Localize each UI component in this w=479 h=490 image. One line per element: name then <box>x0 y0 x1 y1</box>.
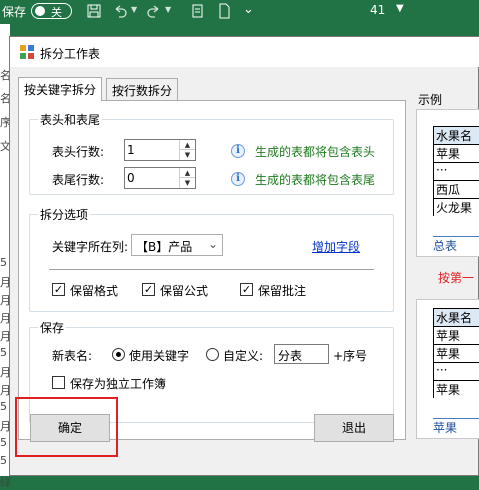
use-keyword-radio[interactable] <box>112 348 125 361</box>
keep-comment-label: 保留批注 <box>258 284 307 298</box>
stepper-down-icon[interactable]: ▼ <box>180 150 195 160</box>
ok-button-highlight <box>15 397 118 457</box>
new-name-label: 新表名: <box>52 349 93 363</box>
custom-name-value: 分表 <box>278 349 303 363</box>
tab-split-by-rows[interactable]: 按行数拆分 <box>106 78 179 100</box>
keep-format-checkbox[interactable]: ✓ <box>52 283 65 296</box>
example-split-text: 按第一 <box>438 271 475 285</box>
toggle-knob <box>35 6 45 16</box>
header-rows-stepper[interactable]: 1 ▲ ▼ <box>124 139 196 161</box>
example-cell: 火龙果 <box>434 198 479 216</box>
redo-icon[interactable] <box>146 3 162 19</box>
toggle-label: 关 <box>51 6 62 19</box>
footer-rows-stepper[interactable]: 0 ▲ ▼ <box>124 167 196 189</box>
use-keyword-label: 使用关键字 <box>129 349 190 363</box>
stepper-arrows: ▲ ▼ <box>179 168 195 188</box>
example-sheet-tab: 总表 <box>433 236 479 254</box>
stepper-up-icon[interactable]: ▲ <box>180 168 195 178</box>
keep-comment-checkbox[interactable]: ✓ <box>240 283 253 296</box>
example-cell: 苹果 <box>434 326 479 344</box>
radio-dot <box>116 352 121 357</box>
example-cell: 西瓜 <box>434 180 479 198</box>
key-column-select[interactable]: 【B】产品 ⌄ <box>131 234 223 256</box>
chevron-down-icon: ⌄ <box>207 237 218 251</box>
header-footer-group-title: 表头和表尾 <box>38 111 103 128</box>
divider <box>49 269 374 270</box>
row-label: 绿 <box>0 476 10 489</box>
stepper-arrows: ▲ ▼ <box>179 140 195 160</box>
more-icon[interactable]: ⌄ <box>243 2 254 17</box>
save-icon[interactable] <box>86 3 102 19</box>
keep-formula-checkbox[interactable]: ✓ <box>142 283 155 296</box>
dialog-title: 拆分工作表 <box>40 47 101 61</box>
dialog-title-bar: 拆分工作表 <box>10 37 479 67</box>
undo-dropdown-icon[interactable]: ▼ <box>131 5 137 14</box>
footer-note: 生成的表都将包含表尾 <box>255 173 376 187</box>
custom-name-radio[interactable] <box>206 348 219 361</box>
app-icon <box>20 45 34 59</box>
keep-formula-label: 保留公式 <box>160 284 209 298</box>
example-cell: ··· <box>434 162 479 180</box>
custom-name-label: 自定义: <box>223 349 264 363</box>
example-table: 水果名 苹果 ··· 西瓜 火龙果 <box>433 126 479 216</box>
example-header-cell: 水果名 <box>434 126 479 144</box>
footer-rows-label: 表尾行数: <box>52 173 105 187</box>
save-as-workbook-checkbox[interactable] <box>52 376 65 389</box>
keep-format-label: 保留格式 <box>70 284 119 298</box>
file-icon[interactable] <box>216 3 232 19</box>
chevron-down-icon[interactable]: ▼ <box>396 3 404 14</box>
save-as-workbook-label: 保存为独立工作簿 <box>70 377 167 391</box>
example-total-sheet: 水果名 苹果 ··· 西瓜 火龙果 总表 <box>416 109 479 257</box>
stepper-down-icon[interactable]: ▼ <box>180 178 195 188</box>
add-field-link[interactable]: 增加字段 <box>312 238 360 255</box>
excel-title-bar: 保存 关 ▼ ▼ ⌄ 41 ▼ <box>0 0 479 24</box>
example-cell: 苹果 <box>434 380 479 398</box>
example-cell: ··· <box>434 362 479 380</box>
header-note: 生成的表都将包含表头 <box>255 145 376 159</box>
footer-rows-value: 0 <box>127 171 135 185</box>
redo-dropdown-icon[interactable]: ▼ <box>165 5 171 14</box>
autosave-toggle[interactable]: 关 <box>31 3 72 19</box>
format-painter-icon[interactable] <box>190 3 206 19</box>
key-column-value: 【B】产品 <box>136 240 193 254</box>
tab-split-by-keyword[interactable]: 按关键字拆分 <box>18 77 103 101</box>
autosave-label: 保存 <box>2 5 27 19</box>
key-column-label: 关键字所在列: <box>52 240 129 254</box>
suffix-label: +序号 <box>333 349 368 363</box>
stepper-up-icon[interactable]: ▲ <box>180 140 195 150</box>
example-cell: 苹果 <box>434 144 479 162</box>
undo-icon[interactable] <box>112 3 128 19</box>
tab-panel: 表头和表尾 表头行数: 1 ▲ ▼ i 生成的表都将包含表头 表尾行数: 0 ▲… <box>18 100 406 440</box>
example-sheet-tab: 苹果 <box>433 418 479 436</box>
info-icon: i <box>231 144 245 158</box>
save-group-title: 保存 <box>38 319 67 336</box>
example-table: 水果名 苹果 苹果 ··· 苹果 <box>433 308 479 398</box>
info-icon: i <box>231 172 245 186</box>
example-header-cell: 水果名 <box>434 308 479 326</box>
cell-reference: 41 <box>370 3 386 17</box>
custom-name-input[interactable]: 分表 <box>274 344 329 364</box>
header-rows-label: 表头行数: <box>52 145 105 159</box>
header-rows-value: 1 <box>127 143 135 157</box>
example-split-sheet: 水果名 苹果 苹果 ··· 苹果 苹果 <box>416 299 479 439</box>
example-label: 示例 <box>418 93 443 107</box>
example-cell: 苹果 <box>434 344 479 362</box>
exit-button[interactable]: 退出 <box>314 414 394 442</box>
split-options-group-title: 拆分选项 <box>38 206 91 223</box>
